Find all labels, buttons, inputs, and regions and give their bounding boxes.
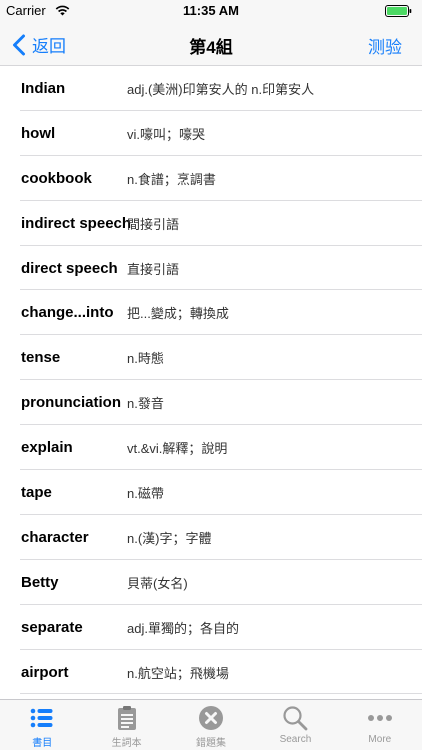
word-definition: 把...變成；轉換成 <box>127 306 229 322</box>
word-row[interactable]: change...into 把...變成；轉換成 <box>0 290 422 336</box>
tab-book-list[interactable]: 書目 <box>0 700 84 750</box>
word-row[interactable]: tense n.時態 <box>0 335 422 381</box>
word-term: Indian <box>21 79 66 97</box>
status-time: 11:35 AM <box>183 3 239 18</box>
x-circle-icon <box>199 706 224 730</box>
word-definition: n.發音 <box>127 396 164 412</box>
tab-label: More <box>368 734 392 745</box>
list-icon <box>30 708 53 728</box>
tab-label: 生詞本 <box>111 738 142 749</box>
more-icon <box>367 715 392 721</box>
word-row[interactable]: direct speech 直接引語 <box>0 246 422 291</box>
tab-bar: 書目 生詞本 錯題集 Search More <box>0 699 422 750</box>
back-button-label: 返回 <box>32 37 66 56</box>
word-definition: 間接引語 <box>127 216 180 232</box>
word-definition: n.(漢)字；字體 <box>127 530 212 546</box>
word-row[interactable]: Indian adj.(美洲)印第安人的 n.印第安人 <box>0 66 422 111</box>
battery-icon <box>385 5 412 17</box>
word-row[interactable]: explain vt.&vi.解釋；說明 <box>0 425 422 470</box>
status-bar: Carrier 11:35 AM <box>0 0 422 22</box>
word-term: cookbook <box>21 169 92 187</box>
tab-vocabulary[interactable]: 生詞本 <box>84 700 168 750</box>
word-row[interactable]: Betty 貝蒂(女名) <box>0 560 422 605</box>
word-definition: adj.(美洲)印第安人的 n.印第安人 <box>127 81 315 97</box>
word-term: pronunciation <box>21 394 121 412</box>
word-term: airport <box>21 663 69 681</box>
navigation-bar: 返回 第4組 测验 <box>0 22 422 66</box>
word-term: howl <box>21 124 56 142</box>
word-definition: 貝蒂(女名) <box>127 575 188 591</box>
quiz-button[interactable]: 测验 <box>368 33 402 58</box>
word-term: tense <box>21 349 61 367</box>
word-row[interactable]: howl vi.嚎叫；嚎哭 <box>0 111 422 156</box>
word-row[interactable]: airport n.航空站；飛機場 <box>0 650 422 695</box>
word-term: tape <box>21 483 52 501</box>
word-definition: n.磁帶 <box>127 485 164 501</box>
word-row[interactable]: separate adj.單獨的；各自的 <box>0 605 422 650</box>
clipboard-icon <box>117 706 136 730</box>
word-definition: vt.&vi.解釋；說明 <box>127 441 228 457</box>
word-row[interactable]: pronunciation n.發音 <box>0 380 422 426</box>
word-definition: vi.嚎叫；嚎哭 <box>127 126 206 142</box>
word-term: character <box>21 528 89 546</box>
word-definition: n.航空站；飛機場 <box>127 665 229 681</box>
word-term: direct speech <box>21 259 118 277</box>
word-row[interactable]: indirect speech 間接引語 <box>0 201 422 246</box>
tab-label: Search <box>279 734 312 745</box>
word-term: explain <box>21 439 73 457</box>
word-definition: n.時態 <box>127 351 164 367</box>
search-icon <box>283 706 308 731</box>
tab-search[interactable]: Search <box>253 700 337 750</box>
word-term: Betty <box>21 573 59 591</box>
word-list: Indian adj.(美洲)印第安人的 n.印第安人 howl vi.嚎叫；嚎哭 … <box>0 66 422 699</box>
word-row[interactable]: tape n.磁帶 <box>0 470 422 515</box>
back-button[interactable]: 返回 <box>12 32 66 57</box>
word-row[interactable]: cookbook n.食譜；烹調書 <box>0 156 422 201</box>
tab-label: 錯題集 <box>196 738 227 749</box>
word-term: separate <box>21 618 83 636</box>
tab-mistakes[interactable]: 錯題集 <box>169 700 253 750</box>
word-definition: 直接引語 <box>127 261 180 277</box>
tab-more[interactable]: More <box>338 700 422 750</box>
word-definition: adj.單獨的；各自的 <box>127 620 239 636</box>
word-row[interactable]: character n.(漢)字；字體 <box>0 515 422 560</box>
word-definition: n.食譜；烹調書 <box>127 171 216 187</box>
chevron-left-icon <box>13 34 25 55</box>
tab-label: 書目 <box>32 738 53 749</box>
word-term: change...into <box>21 304 114 322</box>
word-term: indirect speech <box>21 214 132 232</box>
